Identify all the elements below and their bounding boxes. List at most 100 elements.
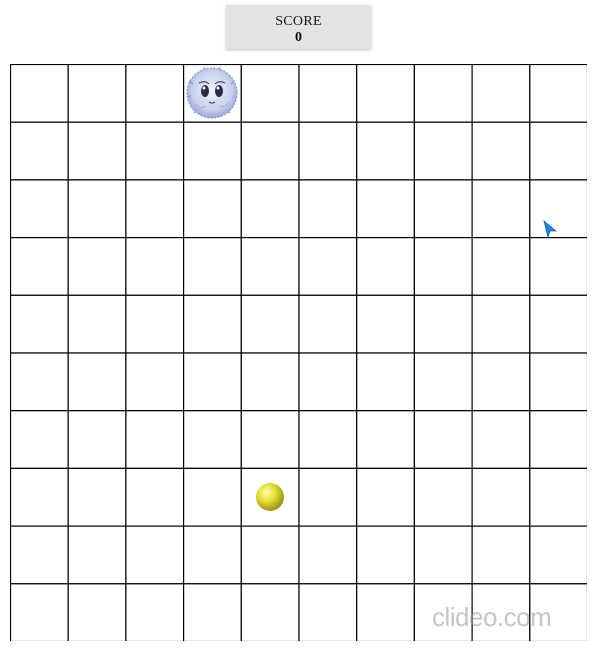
grid-cell[interactable] [67, 237, 127, 296]
grid-cell[interactable] [183, 237, 242, 296]
grid-cell[interactable] [10, 179, 69, 239]
grid-cell[interactable] [529, 179, 587, 239]
grid-cell[interactable] [356, 237, 416, 296]
grid-cell[interactable] [356, 352, 416, 412]
grid-cell[interactable] [413, 237, 473, 296]
grid-cell[interactable] [67, 583, 127, 641]
grid-cell[interactable] [471, 467, 531, 527]
grid-cell[interactable] [183, 179, 242, 239]
grid-cell[interactable] [529, 410, 587, 470]
grid-cell[interactable] [471, 294, 531, 354]
grid-cell[interactable] [240, 583, 300, 641]
grid-cell[interactable] [67, 467, 127, 527]
grid-cell[interactable] [10, 467, 69, 527]
grid-cell[interactable] [240, 294, 300, 354]
grid-cell[interactable] [529, 237, 587, 296]
grid-cell[interactable] [413, 467, 473, 527]
grid-cell[interactable] [356, 467, 416, 527]
grid-cell[interactable] [67, 121, 127, 181]
grid-cell[interactable] [125, 410, 185, 470]
grid-cell[interactable] [183, 294, 242, 354]
grid-cell[interactable] [471, 179, 531, 239]
grid-cell[interactable] [356, 525, 416, 585]
grid-cell[interactable] [356, 583, 416, 641]
game-board[interactable] [10, 64, 587, 641]
grid-cell[interactable] [529, 352, 587, 412]
grid-cell[interactable] [67, 410, 127, 470]
grid-cell[interactable] [529, 121, 587, 181]
grid-cell[interactable] [471, 121, 531, 181]
grid-cell[interactable] [356, 121, 416, 181]
grid-cell[interactable] [356, 410, 416, 470]
grid-cell[interactable] [413, 294, 473, 354]
grid-cell[interactable] [298, 467, 358, 527]
grid-cell[interactable] [413, 179, 473, 239]
grid-cell[interactable] [471, 352, 531, 412]
grid-cell[interactable] [413, 121, 473, 181]
grid-cell[interactable] [183, 121, 242, 181]
grid-cell[interactable] [240, 352, 300, 412]
grid-cell[interactable] [529, 294, 587, 354]
grid-cell[interactable] [413, 525, 473, 585]
grid-cell[interactable] [356, 294, 416, 354]
grid-cell[interactable] [298, 410, 358, 470]
grid-cell[interactable] [67, 179, 127, 239]
grid-cell[interactable] [413, 410, 473, 470]
grid-cell[interactable] [298, 179, 358, 239]
grid-cell[interactable] [125, 179, 185, 239]
grid-cell[interactable] [529, 525, 587, 585]
grid-cell[interactable] [125, 467, 185, 527]
grid-cell[interactable] [240, 121, 300, 181]
grid-cell[interactable] [298, 294, 358, 354]
score-label: SCORE [275, 14, 322, 29]
grid-cell[interactable] [298, 352, 358, 412]
grid-cell[interactable] [10, 525, 69, 585]
grid-cell[interactable] [298, 525, 358, 585]
grid-cell[interactable] [471, 525, 531, 585]
grid-cell[interactable] [125, 352, 185, 412]
grid-cell[interactable] [125, 64, 185, 123]
grid-cell[interactable] [125, 525, 185, 585]
grid-cell[interactable] [125, 583, 185, 641]
grid-cell[interactable] [529, 467, 587, 527]
grid-cell[interactable] [183, 352, 242, 412]
grid-cell[interactable] [183, 410, 242, 470]
grid-cell[interactable] [298, 583, 358, 641]
grid-cell[interactable] [356, 64, 416, 123]
grid-cell[interactable] [125, 237, 185, 296]
grid-cell[interactable] [413, 352, 473, 412]
grid-cell[interactable] [298, 64, 358, 123]
grid-cell[interactable] [529, 64, 587, 123]
grid-cell[interactable] [10, 237, 69, 296]
grid-cell[interactable] [356, 179, 416, 239]
grid-cell[interactable] [67, 294, 127, 354]
grid-cell[interactable] [471, 410, 531, 470]
grid-cell[interactable] [413, 64, 473, 123]
score-panel: SCORE 0 [226, 5, 371, 49]
grid-cell[interactable] [10, 583, 69, 641]
grid-cell[interactable] [10, 294, 69, 354]
grid-cell[interactable] [240, 179, 300, 239]
player-puffball-icon [185, 66, 239, 125]
grid-cell[interactable] [298, 237, 358, 296]
grid-cell[interactable] [10, 410, 69, 470]
grid-cell[interactable] [125, 121, 185, 181]
grid-cell[interactable] [471, 237, 531, 296]
grid-cell[interactable] [10, 64, 69, 123]
grid-cell[interactable] [240, 525, 300, 585]
grid-cell[interactable] [240, 410, 300, 470]
board-grid [10, 64, 587, 641]
grid-cell[interactable] [10, 121, 69, 181]
grid-cell[interactable] [125, 294, 185, 354]
grid-cell[interactable] [67, 352, 127, 412]
grid-cell[interactable] [67, 64, 127, 123]
grid-cell[interactable] [240, 64, 300, 123]
grid-cell[interactable] [67, 525, 127, 585]
grid-cell[interactable] [240, 237, 300, 296]
grid-cell[interactable] [183, 525, 242, 585]
grid-cell[interactable] [471, 64, 531, 123]
grid-cell[interactable] [183, 583, 242, 641]
grid-cell[interactable] [298, 121, 358, 181]
grid-cell[interactable] [183, 467, 242, 527]
grid-cell[interactable] [10, 352, 69, 412]
